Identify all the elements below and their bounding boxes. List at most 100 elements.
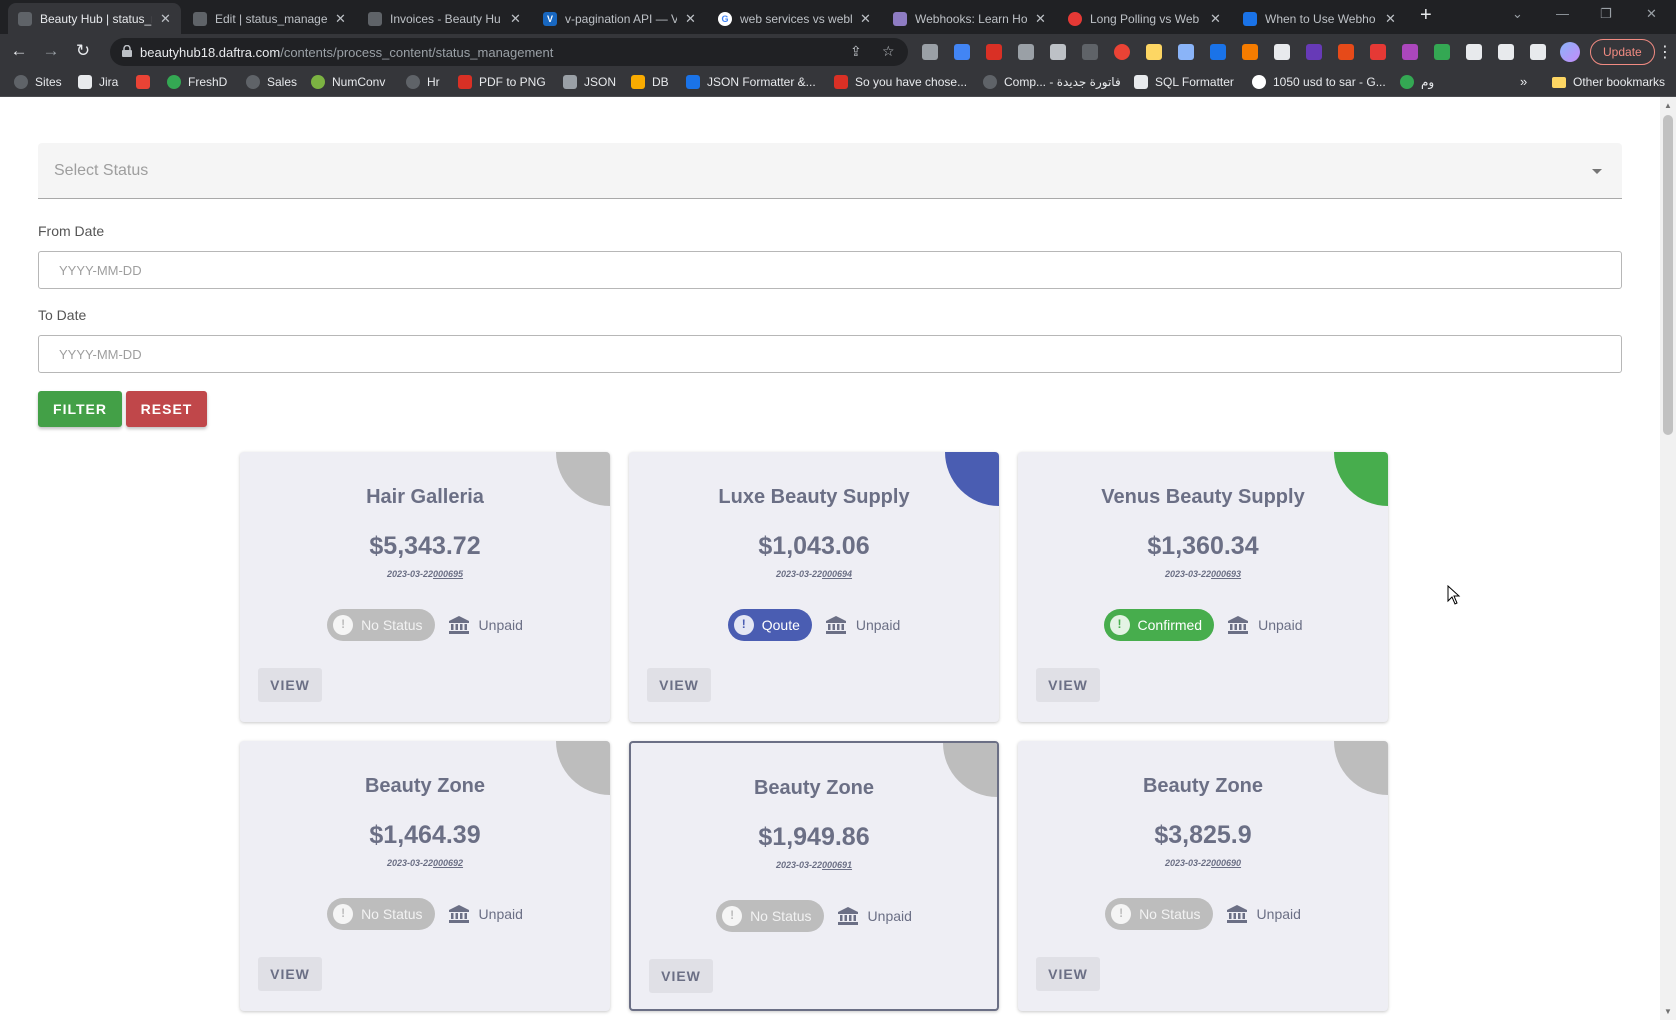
bookmark-item[interactable]: Hr — [406, 75, 440, 89]
bookmark-item[interactable]: NumConv — [311, 75, 385, 89]
invoice-number-link[interactable]: 000694 — [822, 569, 852, 579]
close-tab-icon[interactable]: ✕ — [335, 11, 346, 27]
to-date-input[interactable] — [39, 336, 1621, 372]
reset-button[interactable]: RESET — [126, 391, 207, 427]
view-button[interactable]: VIEW — [649, 959, 713, 993]
minimize-icon[interactable]: — — [1556, 6, 1569, 21]
bookmark-item[interactable]: Jira — [78, 75, 118, 89]
browser-tab[interactable]: Invoices - Beauty Hu ✕ — [358, 3, 531, 34]
status-badge[interactable]: No Status — [327, 609, 435, 641]
bookmark-item[interactable]: Sites — [14, 75, 62, 89]
bookmark-item[interactable]: DB — [631, 75, 669, 89]
view-button[interactable]: VIEW — [258, 957, 322, 991]
more-bookmarks-icon[interactable]: » — [1520, 74, 1527, 89]
color-picker-extension-icon[interactable] — [1114, 44, 1130, 60]
view-button[interactable]: VIEW — [258, 668, 322, 702]
view-button[interactable]: VIEW — [1036, 668, 1100, 702]
extension-icon[interactable] — [986, 44, 1002, 60]
tab-search-icon[interactable]: ⌄ — [1512, 6, 1523, 22]
status-badge[interactable]: No Status — [327, 898, 435, 930]
badge-row: No Status Unpaid — [240, 609, 610, 641]
close-tab-icon[interactable]: ✕ — [1385, 11, 1396, 27]
bookmark-item[interactable]: So you have chose... — [834, 75, 967, 89]
close-tab-icon[interactable]: ✕ — [685, 11, 696, 27]
to-date-label: To Date — [38, 307, 87, 323]
from-date-input[interactable] — [39, 252, 1621, 288]
status-badge[interactable]: No Status — [1105, 898, 1213, 930]
view-button[interactable]: VIEW — [1036, 957, 1100, 991]
scroll-up-icon[interactable]: ▲ — [1664, 101, 1672, 110]
address-bar[interactable]: beautyhub18.daftra.com/contents/process_… — [110, 38, 908, 66]
bookmark-item[interactable]: PDF to PNG — [458, 75, 546, 89]
extension-icon[interactable] — [1338, 44, 1354, 60]
side-panel-icon[interactable] — [1530, 44, 1546, 60]
reload-icon[interactable]: ↻ — [72, 41, 94, 61]
extension-icon[interactable] — [1050, 44, 1066, 60]
bookmark-item[interactable]: JSON Formatter &... — [686, 75, 816, 89]
react-extension-icon[interactable] — [1274, 44, 1290, 60]
browser-menu-icon[interactable]: ⋮ — [1657, 42, 1673, 62]
extension-icon[interactable] — [1210, 44, 1226, 60]
extensions-puzzle-icon[interactable] — [1466, 44, 1482, 60]
new-tab-icon[interactable]: + — [1420, 4, 1432, 27]
browser-tab[interactable]: G web services vs webl ✕ — [708, 3, 881, 34]
scrollbar-thumb[interactable] — [1663, 115, 1673, 435]
bookmark-item[interactable]: Sales — [246, 75, 297, 89]
browser-tab[interactable]: Webhooks: Learn Ho ✕ — [883, 3, 1056, 34]
view-button[interactable]: VIEW — [647, 668, 711, 702]
status-badge[interactable]: No Status — [716, 900, 824, 932]
bookmark-star-icon[interactable]: ☆ — [882, 43, 895, 60]
other-bookmarks-folder[interactable]: Other bookmarks — [1552, 75, 1665, 89]
alert-icon — [733, 615, 754, 635]
extension-icon[interactable] — [1082, 44, 1098, 60]
restore-icon[interactable]: ❐ — [1600, 6, 1612, 22]
invoice-number-link[interactable]: 000693 — [1211, 569, 1241, 579]
close-tab-icon[interactable]: ✕ — [1035, 11, 1046, 27]
browser-tab[interactable]: Beauty Hub | status_r ✕ — [8, 3, 181, 34]
bookmark-item[interactable]: JSON — [563, 75, 616, 89]
extension-icon[interactable] — [1018, 44, 1034, 60]
browser-tab[interactable]: Edit | status_manage ✕ — [183, 3, 356, 34]
scroll-down-icon[interactable]: ▼ — [1664, 1007, 1672, 1016]
from-date-field[interactable] — [38, 251, 1622, 289]
extension-icon[interactable] — [922, 44, 938, 60]
bookmark-item[interactable]: وم — [1400, 75, 1434, 89]
invoice-number-link[interactable]: 000692 — [433, 858, 463, 868]
bookmark-item[interactable] — [136, 75, 157, 89]
page-scrollbar[interactable]: ▲ ▼ — [1660, 97, 1676, 1020]
forward-icon[interactable]: → — [40, 41, 62, 61]
bookmark-item[interactable]: SQL Formatter — [1134, 75, 1234, 89]
close-tab-icon[interactable]: ✕ — [1210, 11, 1221, 27]
close-window-icon[interactable]: ✕ — [1646, 6, 1657, 22]
extension-icon[interactable] — [1242, 44, 1258, 60]
bookmark-item[interactable]: FreshD — [167, 75, 227, 89]
close-tab-icon[interactable]: ✕ — [160, 11, 171, 27]
invoice-number-link[interactable]: 000691 — [822, 860, 852, 870]
extension-icon[interactable] — [1306, 44, 1322, 60]
reading-list-icon[interactable] — [1498, 44, 1514, 60]
extension-icon[interactable] — [1370, 44, 1386, 60]
bookmark-item[interactable]: Comp... - فاتورة جديدة — [983, 75, 1121, 89]
invoice-number-link[interactable]: 000695 — [433, 569, 463, 579]
status-badge[interactable]: Qoute — [727, 609, 812, 641]
translate-extension-icon[interactable] — [954, 44, 970, 60]
to-date-field[interactable] — [38, 335, 1622, 373]
highlighter-extension-icon[interactable] — [1146, 44, 1162, 60]
back-icon[interactable]: ← — [8, 41, 30, 61]
profile-avatar[interactable] — [1560, 42, 1580, 62]
extension-icon[interactable] — [1178, 44, 1194, 60]
update-button[interactable]: Update — [1590, 39, 1655, 65]
status-select[interactable]: Select Status — [38, 143, 1622, 199]
browser-tab[interactable]: V v-pagination API — V ✕ — [533, 3, 706, 34]
close-tab-icon[interactable]: ✕ — [860, 11, 871, 27]
extension-icon[interactable] — [1402, 44, 1418, 60]
vue-extension-icon[interactable] — [1434, 44, 1450, 60]
filter-button[interactable]: FILTER — [38, 391, 122, 427]
close-tab-icon[interactable]: ✕ — [510, 11, 521, 27]
share-icon[interactable]: ⇪ — [850, 43, 862, 60]
bookmark-item[interactable]: 1050 usd to sar - G... — [1252, 75, 1386, 89]
status-badge[interactable]: Confirmed — [1103, 609, 1215, 641]
invoice-number-link[interactable]: 000690 — [1211, 858, 1241, 868]
browser-tab[interactable]: When to Use Webho ✕ — [1233, 3, 1406, 34]
browser-tab[interactable]: Long Polling vs Web ✕ — [1058, 3, 1231, 34]
